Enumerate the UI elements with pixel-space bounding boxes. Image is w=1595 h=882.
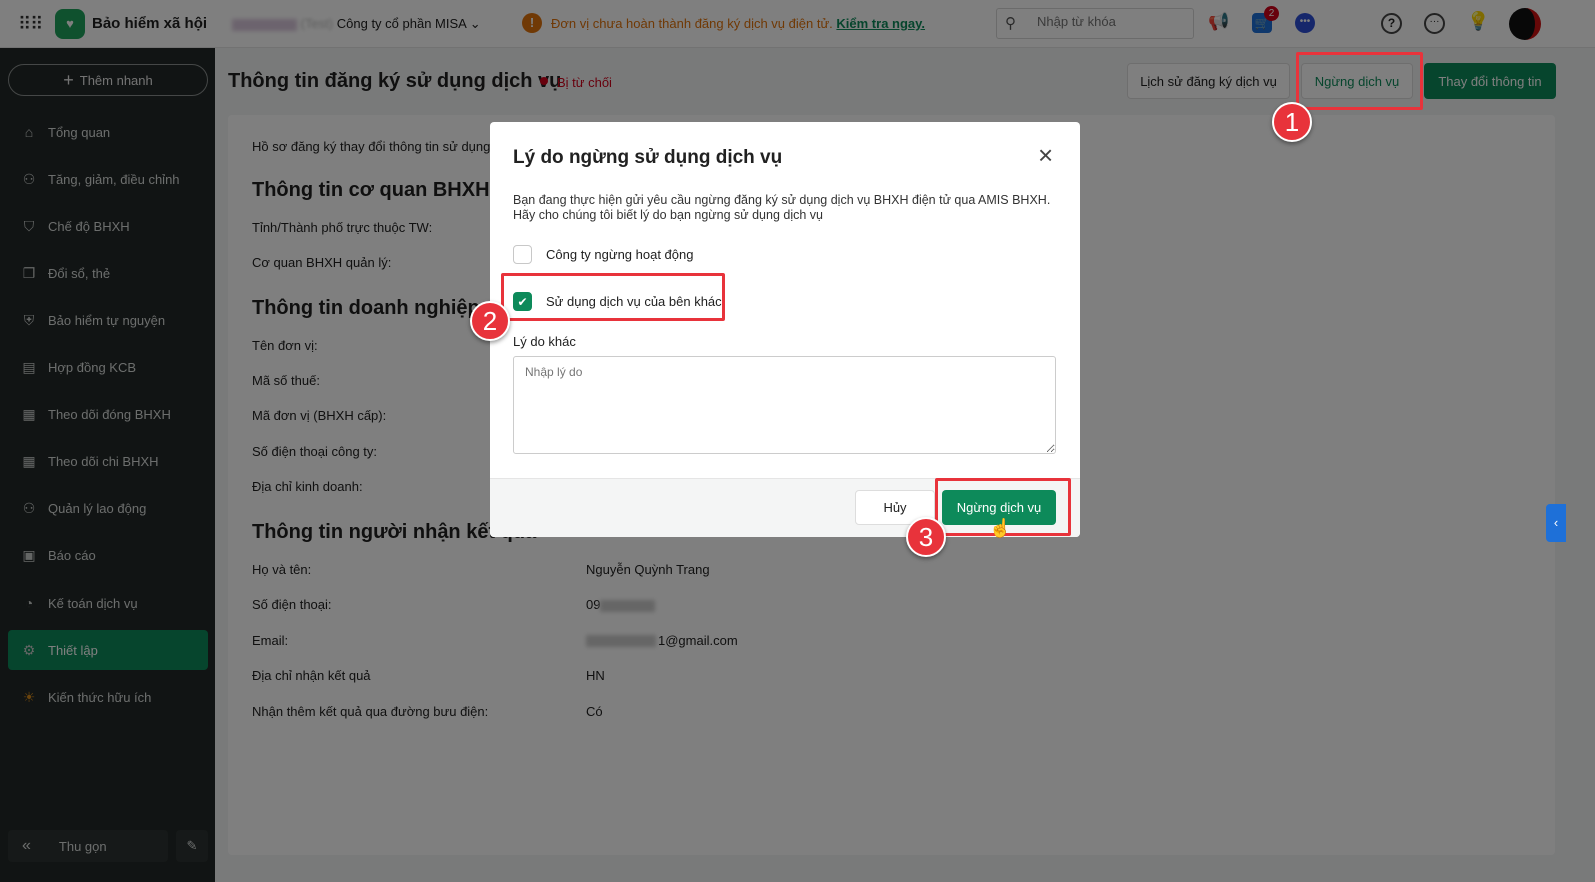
expand-panel-tab[interactable]: ‹ (1546, 504, 1566, 542)
step-badge-1: 1 (1272, 102, 1312, 142)
dialog-description: Bạn đang thực hiện gửi yêu cầu ngừng đăn… (513, 193, 1063, 223)
step-badge-2: 2 (470, 301, 510, 341)
option-company-stopped-label: Công ty ngừng hoạt động (546, 247, 694, 262)
step-badge-3: 3 (906, 517, 946, 557)
hand-cursor-icon: ☝ (989, 518, 1012, 538)
description-line-2: Hãy cho chúng tôi biết lý do bạn ngừng s… (513, 208, 823, 222)
other-reason-input[interactable] (513, 356, 1056, 454)
description-line-1: Bạn đang thực hiện gửi yêu cầu ngừng đăn… (513, 193, 1051, 207)
highlight-other-provider (501, 273, 725, 321)
highlight-stop-service (1296, 52, 1423, 110)
stop-reason-dialog: Lý do ngừng sử dụng dịch vụ × Bạn đang t… (490, 122, 1080, 537)
dialog-title: Lý do ngừng sử dụng dịch vụ (513, 147, 783, 168)
close-icon[interactable]: × (1038, 142, 1053, 168)
other-reason-label: Lý do khác (513, 334, 576, 349)
checkbox-company-stopped[interactable] (513, 245, 532, 264)
